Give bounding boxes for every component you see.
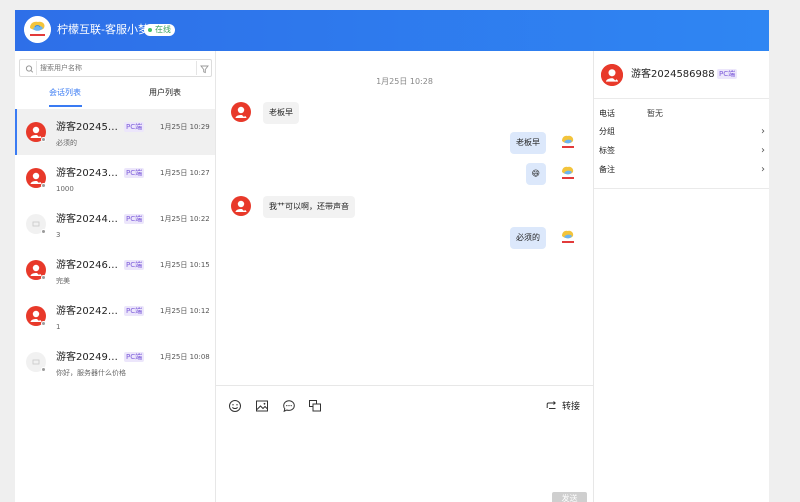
last-message: 1	[56, 323, 61, 331]
platform-badge: PC端	[124, 306, 145, 316]
last-message: 3	[56, 231, 61, 239]
session-item[interactable]: 游客2024970154 PC端 1月25日 10:08 你好，服务器什么价格	[15, 339, 215, 385]
brand-logo	[24, 16, 51, 43]
divider	[594, 188, 769, 189]
online-status-label: 在线	[155, 25, 171, 34]
platform-badge: PC端	[124, 214, 145, 224]
chat-toolbar: 转接	[216, 394, 593, 416]
image-icon[interactable]	[255, 398, 269, 412]
app-window: 柠檬互联-客服小梦 在线 会话列表 用户列表	[15, 10, 769, 502]
platform-badge: PC端	[717, 69, 738, 79]
last-message: 你好，服务器什么价格	[56, 369, 126, 377]
message-bubble: 老板早	[263, 102, 299, 124]
status-dot	[41, 229, 46, 234]
session-sidebar: 会话列表 用户列表 游客2024586988 PC端 1月25日 10:29 必…	[15, 51, 216, 502]
screenshot-icon[interactable]	[308, 398, 322, 412]
field-remark[interactable]: 备注 ›	[599, 164, 765, 176]
message-area[interactable]: 1月25日 10:28 老板早 老板早 😄 我艹可以啊，还带声音 必须的	[216, 51, 593, 385]
message-input[interactable]	[216, 419, 593, 497]
session-name: 游客2024440031	[56, 214, 118, 225]
search-icon[interactable]	[22, 61, 37, 75]
chat-date: 1月25日 10:28	[376, 77, 433, 86]
online-status-badge[interactable]: 在线	[144, 24, 175, 36]
tab-user-list-label: 用户列表	[149, 88, 181, 97]
last-message: 完美	[56, 277, 70, 285]
online-dot-icon	[148, 28, 152, 32]
session-item[interactable]: 游客2024440031 PC端 1月25日 10:22 3	[15, 201, 215, 247]
chevron-right-icon: ›	[761, 126, 765, 137]
search-input[interactable]	[40, 61, 192, 75]
field-group[interactable]: 分组 ›	[599, 126, 765, 138]
session-time: 1月25日 10:22	[160, 215, 210, 223]
message-bubble: 😄	[525, 163, 546, 185]
top-bar: 柠檬互联-客服小梦 在线	[15, 10, 769, 51]
field-value: 暂无	[647, 109, 663, 118]
profile-avatar	[601, 64, 623, 86]
session-name: 游客2024243967	[56, 306, 118, 317]
session-time: 1月25日 10:15	[160, 261, 210, 269]
chat-panel: 1月25日 10:28 老板早 老板早 😄 我艹可以啊，还带声音 必须的 转接 …	[216, 51, 593, 502]
transfer-label: 转接	[561, 401, 580, 412]
visitor-profile-panel: 游客2024586988 PC端 电话 暂无 分组 › 标签 › 备注 ›	[593, 51, 769, 502]
tab-session-list-label: 会话列表	[49, 88, 81, 97]
session-item[interactable]: 游客2024243967 PC端 1月25日 10:12 1	[15, 293, 215, 339]
session-list: 游客2024586988 PC端 1月25日 10:29 必须的 游客20243…	[15, 109, 215, 385]
last-message: 1000	[56, 185, 74, 193]
send-button[interactable]: 发送	[552, 492, 587, 502]
sidebar-tabs: 会话列表 用户列表	[15, 80, 215, 107]
profile-name: 游客2024586988	[631, 69, 715, 80]
status-dot	[41, 137, 46, 142]
divider	[216, 385, 593, 386]
active-tab-indicator	[49, 105, 82, 107]
chevron-right-icon: ›	[761, 145, 765, 156]
session-name: 游客2024631520	[56, 260, 118, 271]
search-box	[19, 59, 212, 77]
status-dot	[41, 183, 46, 188]
status-dot	[41, 275, 46, 280]
platform-badge: PC端	[124, 260, 145, 270]
chevron-right-icon: ›	[761, 164, 765, 175]
session-time: 1月25日 10:27	[160, 169, 210, 177]
field-label: 标签	[599, 146, 615, 155]
transfer-icon	[546, 400, 556, 409]
session-item[interactable]: 游客2024586988 PC端 1月25日 10:29 必须的	[15, 109, 215, 155]
field-phone: 电话 暂无	[599, 108, 765, 120]
platform-badge: PC端	[124, 168, 145, 178]
status-dot	[41, 321, 46, 326]
visitor-avatar	[231, 196, 251, 216]
session-name: 游客2024358812	[56, 168, 118, 179]
agent-avatar	[558, 132, 578, 152]
emoji-icon[interactable]	[228, 398, 242, 412]
transfer-button[interactable]: 转接	[546, 398, 580, 412]
platform-badge: PC端	[124, 352, 145, 362]
session-name: 游客2024586988	[56, 122, 118, 133]
app-title: 柠檬互联-客服小梦	[57, 23, 149, 36]
field-label: 电话	[599, 109, 615, 118]
divider	[594, 98, 769, 99]
agent-avatar	[558, 163, 578, 183]
session-time: 1月25日 10:08	[160, 353, 210, 361]
status-dot	[41, 367, 46, 372]
field-label: 分组	[599, 127, 615, 136]
field-label: 备注	[599, 165, 615, 174]
session-item[interactable]: 游客2024358812 PC端 1月25日 10:27 1000	[15, 155, 215, 201]
message-bubble: 必须的	[510, 227, 546, 249]
message-bubble: 我艹可以啊，还带声音	[263, 196, 355, 218]
tab-user-list[interactable]: 用户列表	[115, 80, 215, 107]
visitor-avatar	[231, 102, 251, 122]
session-item[interactable]: 游客2024631520 PC端 1月25日 10:15 完美	[15, 247, 215, 293]
quick-reply-icon[interactable]	[282, 398, 296, 413]
message-bubble: 老板早	[510, 132, 546, 154]
last-message: 必须的	[56, 139, 77, 147]
session-name: 游客2024970154	[56, 352, 118, 363]
tab-session-list[interactable]: 会话列表	[15, 80, 115, 107]
field-tags[interactable]: 标签 ›	[599, 145, 765, 157]
session-time: 1月25日 10:12	[160, 307, 210, 315]
session-time: 1月25日 10:29	[160, 123, 210, 131]
agent-avatar	[558, 227, 578, 247]
platform-badge: PC端	[124, 122, 145, 132]
filter-icon[interactable]	[196, 61, 211, 75]
